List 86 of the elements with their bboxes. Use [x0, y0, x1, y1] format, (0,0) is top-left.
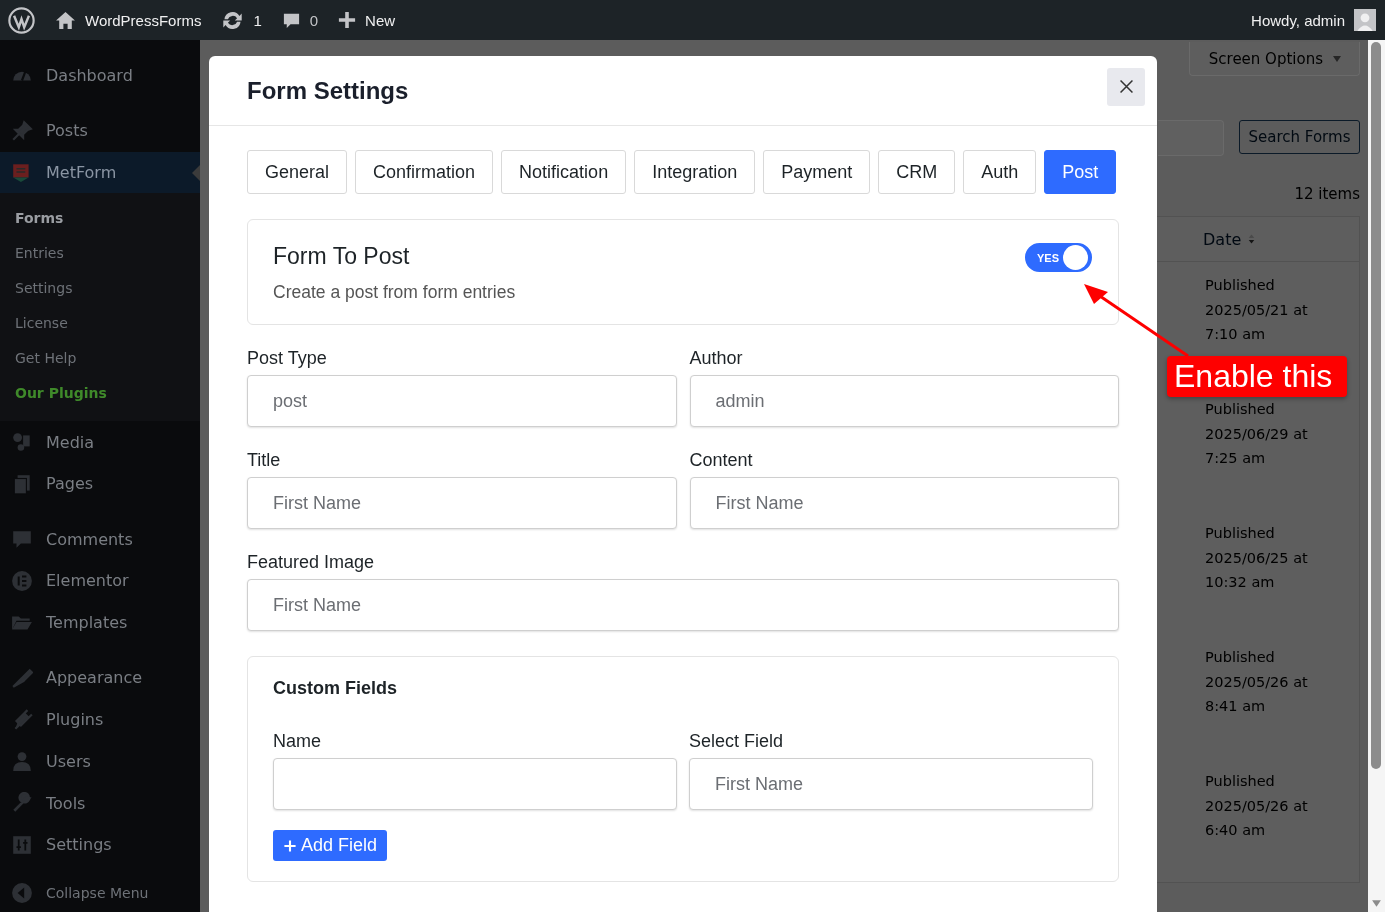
- settings-tab[interactable]: CRM: [878, 150, 956, 194]
- collapse-menu-button[interactable]: Collapse Menu: [0, 873, 200, 912]
- wordpress-logo-icon: [8, 6, 35, 34]
- close-button[interactable]: [1107, 67, 1145, 106]
- input-field[interactable]: [273, 758, 677, 810]
- elementor-icon: [11, 569, 33, 592]
- post-status: Published: [1205, 276, 1276, 295]
- settings-tab[interactable]: Post: [1044, 150, 1117, 194]
- media-icon: [11, 431, 33, 454]
- field-label: Featured Image: [247, 552, 376, 574]
- select-field[interactable]: First Name: [247, 579, 1119, 631]
- sidebar-item[interactable]: Settings: [0, 824, 200, 866]
- post-status: Published: [1205, 772, 1276, 791]
- annotation-label: Enable this: [1167, 356, 1347, 397]
- post-date: 2025/06/29 at 7:25 am: [1205, 424, 1309, 468]
- new-link[interactable]: New: [365, 11, 396, 29]
- post-date: 2025/05/21 at 7:10 am: [1205, 300, 1309, 344]
- item-count: 12 items: [1294, 185, 1360, 205]
- sidebar-item[interactable]: Media: [0, 421, 200, 463]
- search-field[interactable]: [1158, 120, 1224, 156]
- settings-tab[interactable]: Notification: [501, 150, 627, 194]
- site-name-link[interactable]: WordPressForms: [85, 11, 202, 29]
- post-status: Published: [1205, 648, 1276, 667]
- sidebar-item[interactable]: Pages: [0, 463, 200, 505]
- sidebar-item[interactable]: MetForm: [0, 152, 200, 193]
- sidebar-item[interactable]: Comments: [0, 518, 200, 560]
- add-field-button[interactable]: Add Field: [273, 830, 388, 861]
- post-status: Published: [1205, 400, 1276, 419]
- scrollbar-thumb[interactable]: [1371, 42, 1381, 769]
- post-status: Published: [1205, 524, 1276, 543]
- select-field[interactable]: First Name: [689, 477, 1119, 529]
- search-forms-button[interactable]: Search Forms: [1239, 120, 1360, 154]
- select-field[interactable]: First Name: [247, 477, 677, 529]
- toggle-switch[interactable]: YES: [1025, 243, 1092, 272]
- field-label: Select Field: [689, 731, 785, 753]
- close-icon: [1117, 78, 1135, 95]
- settings-tab[interactable]: Auth: [963, 150, 1037, 194]
- submenu-item[interactable]: Forms: [0, 200, 200, 236]
- avatar-icon: [1354, 9, 1376, 31]
- collapse-icon: [11, 881, 33, 904]
- post-date: 2025/05/26 at 8:41 am: [1205, 672, 1309, 716]
- submenu-item[interactable]: Get Help: [0, 340, 200, 376]
- pushpin-icon: [11, 119, 33, 142]
- modal-title: Form Settings: [247, 76, 409, 105]
- sidebar-item[interactable]: Templates: [0, 602, 200, 644]
- screen-options-button[interactable]: Screen Options: [1188, 42, 1360, 76]
- sidebar-item[interactable]: Posts: [0, 110, 200, 152]
- sidebar-item[interactable]: Users: [0, 741, 200, 782]
- field-label: Title: [247, 450, 282, 472]
- sidebar-item[interactable]: Tools: [0, 782, 200, 824]
- submenu-item[interactable]: Settings: [0, 270, 200, 306]
- select-field[interactable]: First Name: [689, 758, 1093, 810]
- section-title: Custom Fields: [273, 678, 398, 699]
- field-label: Post Type: [247, 348, 328, 370]
- submenu-item[interactable]: Entries: [0, 235, 200, 271]
- home-icon: [55, 9, 76, 31]
- sidebar-item[interactable]: Plugins: [0, 699, 200, 741]
- settings-tab[interactable]: Integration: [634, 150, 756, 194]
- post-date: 2025/06/25 at 10:32 am: [1205, 548, 1309, 592]
- scroll-down-icon: [1371, 898, 1382, 909]
- plus-icon: [338, 11, 357, 29]
- card-subtitle: Create a post from form entries: [273, 282, 516, 303]
- sidebar-item[interactable]: Dashboard: [0, 55, 200, 96]
- caret-icon: [1332, 53, 1342, 64]
- user-icon: [11, 750, 33, 773]
- submenu-item[interactable]: Our Plugins: [0, 375, 200, 411]
- greeting-link[interactable]: Howdy, admin: [1251, 11, 1345, 29]
- sliders-icon: [11, 833, 33, 856]
- settings-tab[interactable]: Payment: [763, 150, 871, 194]
- updates-count[interactable]: 1: [253, 11, 262, 29]
- settings-tab[interactable]: Confirmation: [355, 150, 494, 194]
- select-field[interactable]: post: [247, 375, 677, 427]
- paintbrush-icon: [11, 666, 33, 689]
- field-label: Content: [689, 450, 754, 472]
- settings-tab[interactable]: General: [247, 150, 348, 194]
- sidebar-item[interactable]: Elementor: [0, 560, 200, 602]
- submenu-item[interactable]: License: [0, 305, 200, 341]
- sidebar-item[interactable]: Appearance: [0, 657, 200, 699]
- post-date: 2025/05/26 at 6:40 am: [1205, 796, 1309, 840]
- date-column-header[interactable]: Date: [1203, 229, 1242, 249]
- card-title: Form To Post: [273, 243, 411, 270]
- field-label: Author: [689, 348, 744, 370]
- comments-count[interactable]: 0: [309, 11, 319, 29]
- field-label: Name: [273, 731, 322, 753]
- select-field[interactable]: admin: [689, 375, 1119, 427]
- plus-icon: [283, 838, 297, 853]
